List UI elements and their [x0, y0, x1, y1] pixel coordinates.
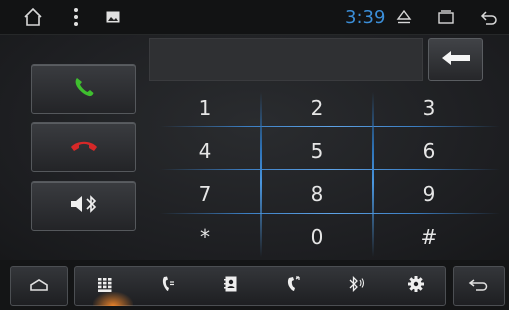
key-6[interactable]: 6 [373, 129, 485, 173]
bluetooth-audio-button[interactable] [31, 181, 136, 231]
tab-settings[interactable] [386, 267, 446, 305]
bluetooth-icon [348, 275, 366, 296]
key-0[interactable]: 0 [261, 215, 373, 259]
bluetooth-audio-icon [68, 193, 100, 219]
call-log-icon [162, 276, 174, 296]
key-8[interactable]: 8 [261, 172, 373, 216]
end-call-button[interactable] [31, 122, 136, 172]
key-star[interactable]: * [149, 215, 261, 259]
status-bar: 3:39 [0, 0, 509, 35]
tab-call-log[interactable] [138, 267, 198, 305]
key-hash[interactable]: # [373, 215, 485, 259]
key-7[interactable]: 7 [149, 172, 261, 216]
tab-phone-transfer[interactable] [264, 267, 324, 305]
back-arrow-icon [468, 277, 490, 296]
tab-bluetooth[interactable] [327, 267, 387, 305]
back-icon[interactable] [476, 0, 502, 34]
phone-transfer-icon [287, 276, 301, 296]
image-icon [103, 0, 123, 34]
call-button[interactable] [31, 64, 136, 114]
key-5[interactable]: 5 [261, 129, 373, 173]
key-1[interactable]: 1 [149, 86, 261, 130]
recent-apps-icon[interactable] [433, 0, 459, 34]
call-end-icon [69, 137, 99, 157]
contacts-icon [224, 276, 238, 296]
key-2[interactable]: 2 [261, 86, 373, 130]
backspace-button[interactable] [428, 38, 483, 81]
eject-icon[interactable] [391, 0, 417, 34]
home-icon[interactable] [18, 0, 48, 34]
call-accept-icon [71, 74, 97, 104]
bottom-bar [0, 260, 509, 310]
key-9[interactable]: 9 [373, 172, 485, 216]
key-4[interactable]: 4 [149, 129, 261, 173]
settings-icon [408, 276, 424, 296]
more-vert-icon[interactable] [68, 0, 84, 34]
home-outline-icon [29, 277, 49, 296]
status-time: 3:39 [345, 6, 386, 28]
number-display [149, 38, 423, 81]
back-button[interactable] [453, 266, 505, 306]
active-tab-indicator [93, 292, 133, 306]
key-3[interactable]: 3 [373, 86, 485, 130]
home-button[interactable] [10, 266, 68, 306]
tab-contacts[interactable] [201, 267, 261, 305]
backspace-arrow-icon [441, 50, 470, 69]
